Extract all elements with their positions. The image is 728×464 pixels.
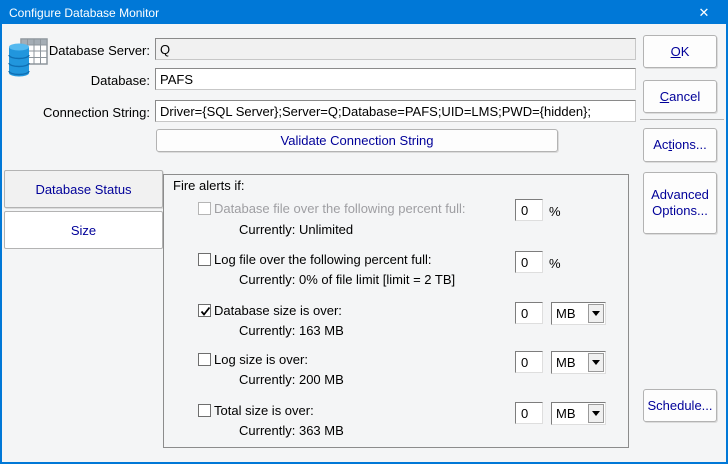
threshold-input[interactable] [515,402,543,424]
unit-dropdown-value: MB [552,403,587,424]
database-server-label: Database Server: [2,43,150,58]
validate-connection-string-label: Validate Connection String [281,133,434,149]
validate-connection-string-button[interactable]: Validate Connection String [156,129,558,152]
currently-value: Currently: Unlimited [239,222,353,237]
tab-database-status[interactable]: Database Status [4,170,163,208]
tab-database-status-label: Database Status [35,182,131,197]
button-separator [640,119,724,120]
dropdown-button[interactable] [588,304,604,323]
database-input[interactable] [155,68,636,90]
checkbox-log-file-percent[interactable] [198,253,211,266]
close-icon: ✕ [699,5,710,21]
close-button[interactable]: ✕ [682,2,726,24]
schedule-button[interactable]: Schedule... [643,389,717,422]
connection-string-label: Connection String: [2,105,150,120]
unit-dropdown[interactable]: MB [551,402,606,425]
row-label: Log size is over: [214,352,308,367]
currently-value: Currently: 200 MB [239,372,344,387]
advanced-options-button[interactable]: Advanced Options... [643,172,717,234]
unit-dropdown-value: MB [552,303,587,324]
window-title: Configure Database Monitor [2,6,682,20]
configure-database-monitor-dialog: Configure Database Monitor ✕ Database Se… [0,0,728,464]
unit-label: % [549,204,561,219]
connection-string-input[interactable] [155,100,636,122]
checkbox-database-file-percent[interactable] [198,202,211,215]
unit-dropdown[interactable]: MB [551,302,606,325]
row-label: Log file over the following percent full… [214,252,432,267]
database-label: Database: [2,73,150,88]
dropdown-button[interactable] [588,353,604,372]
row-label: Database size is over: [214,303,342,318]
checkbox-database-size[interactable] [198,304,211,317]
threshold-input[interactable] [515,302,543,324]
database-server-input[interactable] [155,38,636,60]
row-label: Database file over the following percent… [214,201,465,216]
titlebar[interactable]: Configure Database Monitor ✕ [2,2,726,24]
advanced-options-button-label: Advanced Options... [650,187,710,219]
tab-size[interactable]: Size [4,211,163,249]
unit-dropdown-value: MB [552,352,587,373]
threshold-input[interactable] [515,251,543,273]
actions-button-label: Actions... [653,137,706,153]
schedule-button-label: Schedule... [647,398,712,414]
chevron-down-icon [592,360,600,365]
fire-alerts-group-label: Fire alerts if: [173,178,245,193]
actions-button[interactable]: Actions... [643,128,717,162]
checkbox-log-size[interactable] [198,353,211,366]
dropdown-button[interactable] [588,404,604,423]
chevron-down-icon [592,311,600,316]
chevron-down-icon [592,411,600,416]
ok-button[interactable]: OK [643,35,717,68]
cancel-button[interactable]: Cancel [643,80,717,113]
unit-label: % [549,256,561,271]
currently-value: Currently: 363 MB [239,423,344,438]
threshold-input[interactable] [515,351,543,373]
currently-value: Currently: 0% of file limit [limit = 2 T… [239,272,455,287]
row-label: Total size is over: [214,403,314,418]
threshold-input[interactable] [515,199,543,221]
cancel-button-label: Cancel [660,89,700,105]
currently-value: Currently: 163 MB [239,323,344,338]
tab-size-label: Size [71,223,96,238]
ok-button-label: OK [671,44,690,60]
unit-dropdown[interactable]: MB [551,351,606,374]
checkbox-total-size[interactable] [198,404,211,417]
